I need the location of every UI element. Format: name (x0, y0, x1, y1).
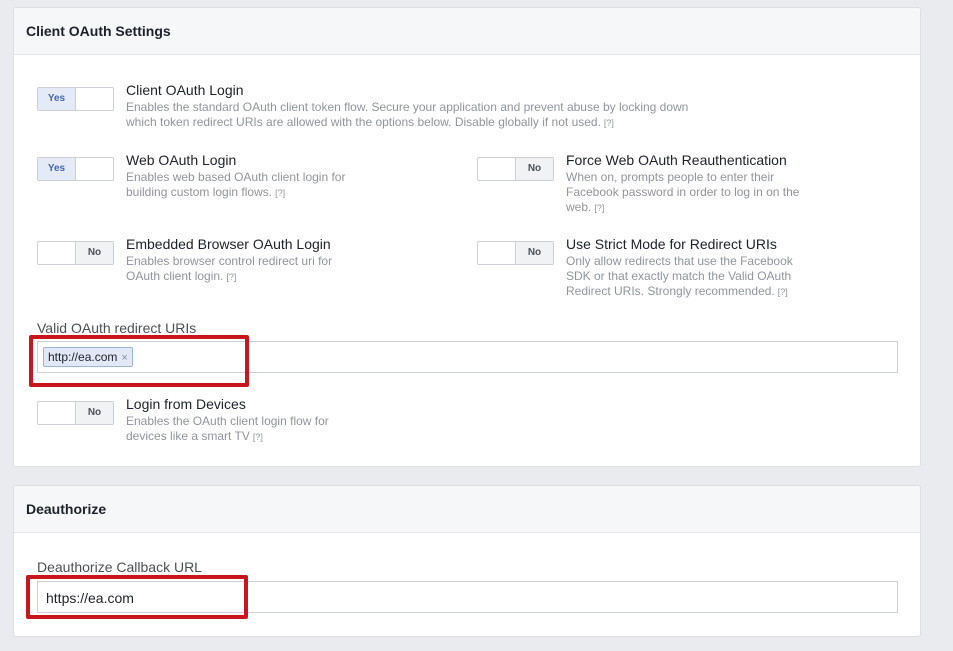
desc-line: Only allow redirects that use the Facebo… (566, 254, 793, 268)
desc-line: web. (566, 200, 592, 214)
remove-token-icon[interactable]: × (121, 352, 127, 364)
help-link[interactable]: [?] (778, 287, 788, 297)
option-description: Enables browser control redirect uri for… (126, 254, 386, 285)
option-description: When on, prompts people to enter their F… (566, 170, 836, 216)
option-title: Embedded Browser OAuth Login (126, 236, 331, 252)
redirect-uris-label: Valid OAuth redirect URIs (37, 320, 197, 336)
web-oauth-login-toggle[interactable]: Yes (37, 157, 114, 181)
toggle-state: No (515, 242, 553, 264)
help-link[interactable]: [?] (253, 432, 263, 442)
panel-header: Client OAuth Settings (14, 8, 920, 55)
deauthorize-callback-label: Deauthorize Callback URL (37, 559, 202, 575)
option-title: Web OAuth Login (126, 152, 237, 168)
force-web-reauth-toggle[interactable]: No (477, 157, 554, 181)
toggle-state: No (75, 242, 113, 264)
desc-line: Enables browser control redirect uri for (126, 254, 333, 268)
option-title: Force Web OAuth Reauthentication (566, 152, 787, 168)
option-description: Enables web based OAuth client login for… (126, 170, 386, 201)
option-description: Enables the OAuth client login flow for … (126, 414, 386, 445)
panel-header: Deauthorize (14, 486, 920, 533)
redirect-uris-input[interactable]: http://ea.com × (37, 341, 898, 373)
option-description: Enables the standard OAuth client token … (126, 100, 726, 131)
panel-title: Client OAuth Settings (26, 23, 171, 39)
help-link[interactable]: [?] (594, 203, 604, 213)
desc-line: devices like a smart TV (126, 429, 250, 443)
desc-line: Redirect URIs. Strongly recommended. (566, 284, 775, 298)
login-from-devices-toggle[interactable]: No (37, 401, 114, 425)
strict-mode-toggle[interactable]: No (477, 241, 554, 265)
desc-line: Enables the OAuth client login flow for (126, 414, 329, 428)
toggle-state: Yes (38, 158, 76, 180)
toggle-state: No (515, 158, 553, 180)
redirect-uri-token: http://ea.com × (43, 347, 133, 367)
desc-line: which token redirect URIs are allowed wi… (126, 115, 601, 129)
help-link[interactable]: [?] (604, 118, 614, 128)
desc-line: Enables web based OAuth client login for (126, 170, 346, 184)
help-link[interactable]: [?] (226, 272, 236, 282)
desc-line: Facebook password in order to log in on … (566, 185, 800, 199)
desc-line: building custom login flows. (126, 185, 273, 199)
client-oauth-settings-panel: Client OAuth Settings Yes Client OAuth L… (13, 7, 921, 467)
embedded-browser-oauth-toggle[interactable]: No (37, 241, 114, 265)
desc-line: SDK or that exactly match the Valid OAut… (566, 269, 792, 283)
option-title: Client OAuth Login (126, 82, 244, 98)
option-description: Only allow redirects that use the Facebo… (566, 254, 836, 300)
option-title: Login from Devices (126, 396, 246, 412)
desc-line: When on, prompts people to enter their (566, 170, 775, 184)
toggle-state: Yes (38, 88, 76, 110)
token-label: http://ea.com (48, 350, 118, 364)
client-oauth-login-toggle[interactable]: Yes (37, 87, 114, 111)
option-title: Use Strict Mode for Redirect URIs (566, 236, 777, 252)
deauthorize-panel: Deauthorize Deauthorize Callback URL htt… (13, 485, 921, 637)
toggle-state: No (75, 402, 113, 424)
deauthorize-callback-input[interactable]: https://ea.com (37, 581, 898, 613)
input-value: https://ea.com (46, 590, 134, 606)
panel-title: Deauthorize (26, 501, 107, 517)
desc-line: Enables the standard OAuth client token … (126, 100, 689, 114)
desc-line: OAuth client login. (126, 269, 224, 283)
help-link[interactable]: [?] (275, 188, 285, 198)
